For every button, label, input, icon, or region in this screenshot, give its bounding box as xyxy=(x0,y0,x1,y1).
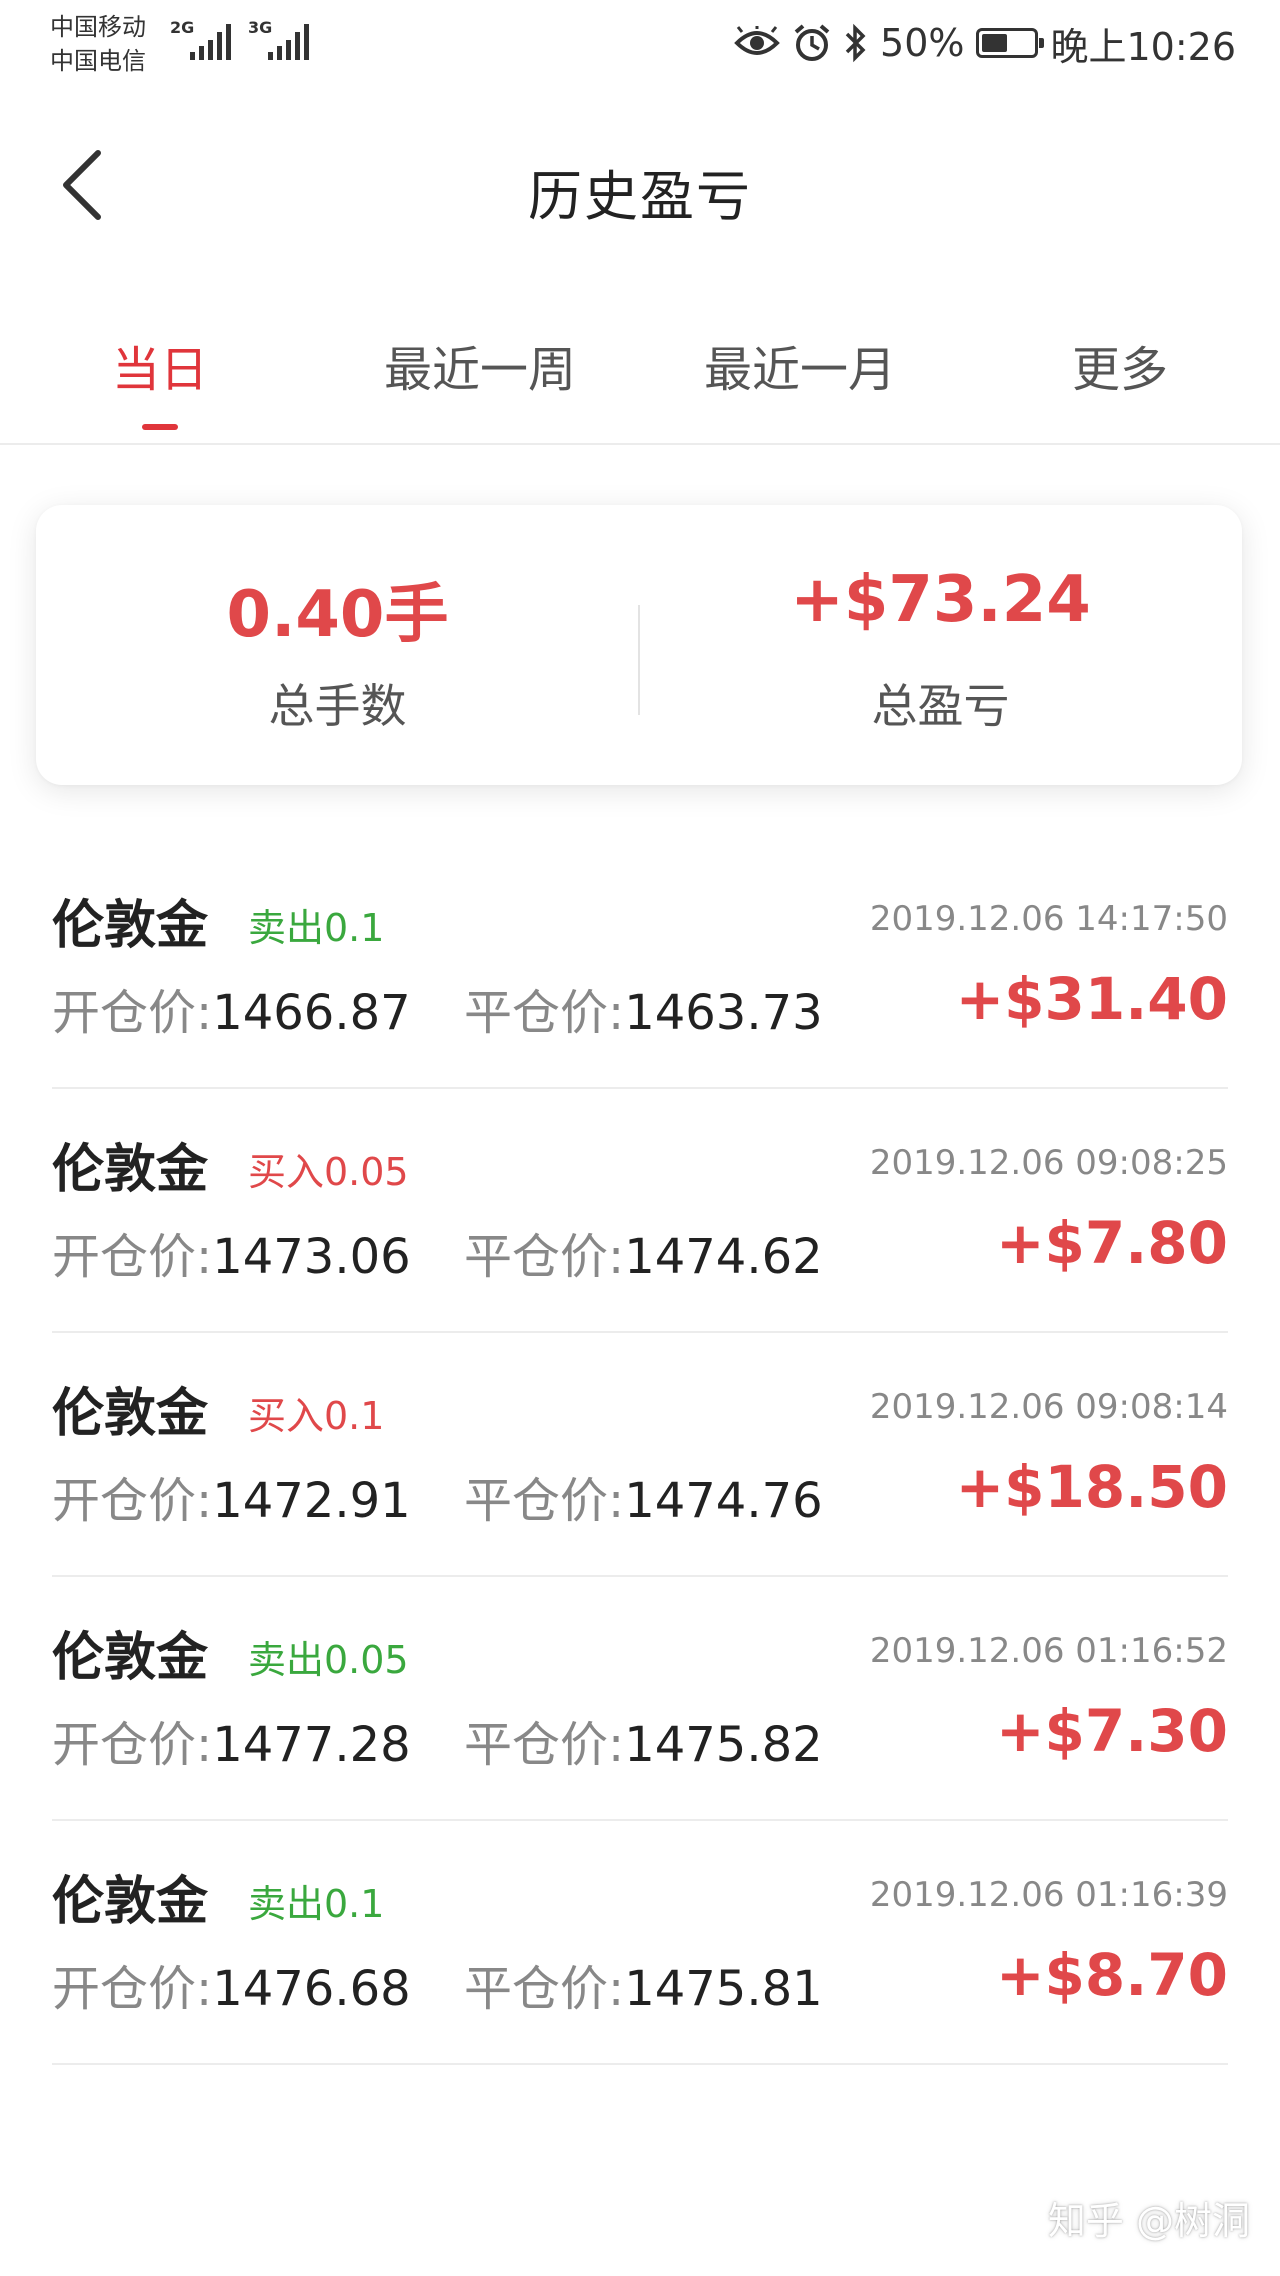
tab-today[interactable]: 当日 xyxy=(80,330,240,430)
trade-pnl: +$31.40 xyxy=(955,965,1228,1033)
history-pnl-screen: 中国移动 中国电信 2G 3G 50% 晚上10:26 历史盈亏 当日 最近一周… xyxy=(0,0,1280,2276)
close-price-value: 1475.82 xyxy=(624,1717,823,1773)
period-tabs: 当日 最近一周 最近一月 更多 xyxy=(0,300,1280,445)
trade-direction: 卖出0.05 xyxy=(248,1638,409,1682)
close-price-value: 1474.62 xyxy=(624,1229,823,1285)
tab-label: 最近一周 xyxy=(383,342,576,398)
open-price-value: 1473.06 xyxy=(212,1229,411,1285)
tab-last-month[interactable]: 最近一月 xyxy=(670,330,930,430)
close-price-value: 1474.76 xyxy=(624,1473,823,1529)
instrument-name: 伦敦金 xyxy=(52,1384,209,1444)
open-price-label: 开仓价: xyxy=(52,1473,213,1529)
open-price: 开仓价:1472.91 xyxy=(52,1461,411,1531)
tab-label: 最近一月 xyxy=(703,342,896,398)
instrument-name: 伦敦金 xyxy=(52,1140,209,1200)
bluetooth-icon xyxy=(844,23,868,63)
instrument-name: 伦敦金 xyxy=(52,1872,209,1932)
open-price-label: 开仓价: xyxy=(52,1961,213,2017)
trade-row[interactable]: 伦敦金 卖出0.1 2019.12.06 01:16:39 开仓价:1476.6… xyxy=(52,1821,1228,2065)
trade-direction: 卖出0.1 xyxy=(248,906,385,950)
battery-icon xyxy=(976,28,1045,58)
total-pnl-section: +$73.24 总盈亏 xyxy=(639,505,1242,785)
total-lots-section: 0.40手 总手数 xyxy=(36,505,639,785)
instrument-name: 伦敦金 xyxy=(52,896,209,956)
tab-more[interactable]: 更多 xyxy=(1040,330,1200,430)
open-price: 开仓价:1476.68 xyxy=(52,1949,411,2019)
trade-direction: 买入0.1 xyxy=(248,1394,385,1438)
close-price: 平仓价:1474.62 xyxy=(464,1217,823,1287)
close-price-label: 平仓价: xyxy=(464,1473,625,1529)
watermark: 知乎 @树洞 xyxy=(1047,2199,1250,2243)
open-price: 开仓价:1473.06 xyxy=(52,1217,411,1287)
close-price-label: 平仓价: xyxy=(464,985,625,1041)
tab-label: 更多 xyxy=(1071,342,1168,398)
open-price-value: 1466.87 xyxy=(212,985,411,1041)
trade-pnl: +$7.80 xyxy=(995,1209,1228,1277)
trade-time: 2019.12.06 01:16:52 xyxy=(869,1631,1228,1671)
alarm-icon xyxy=(792,23,832,63)
navigation-bar: 历史盈亏 xyxy=(0,100,1280,270)
close-price-label: 平仓价: xyxy=(464,1229,625,1285)
open-price-value: 1477.28 xyxy=(212,1717,411,1773)
clock-time: 晚上10:26 xyxy=(1050,24,1236,69)
battery-level-fill xyxy=(982,34,1008,52)
tab-last-week[interactable]: 最近一周 xyxy=(350,330,610,430)
instrument-name: 伦敦金 xyxy=(52,1628,209,1688)
close-price: 平仓价:1475.82 xyxy=(464,1705,823,1775)
page-title: 历史盈亏 xyxy=(528,165,752,228)
signal-strength-1-icon xyxy=(190,22,231,60)
close-price-value: 1475.81 xyxy=(624,1961,823,2017)
trade-row[interactable]: 伦敦金 卖出0.1 2019.12.06 14:17:50 开仓价:1466.8… xyxy=(52,845,1228,1089)
close-price-label: 平仓价: xyxy=(464,1717,625,1773)
trade-time: 2019.12.06 09:08:14 xyxy=(869,1387,1228,1427)
carrier-2: 中国电信 xyxy=(50,47,146,75)
trade-pnl: +$8.70 xyxy=(995,1941,1228,2009)
battery-percentage: 50% xyxy=(880,21,965,65)
summary-card: 0.40手 总手数 +$73.24 总盈亏 xyxy=(36,505,1242,785)
close-price-value: 1463.73 xyxy=(624,985,823,1041)
trade-row[interactable]: 伦敦金 卖出0.05 2019.12.06 01:16:52 开仓价:1477.… xyxy=(52,1577,1228,1821)
open-price-label: 开仓价: xyxy=(52,1717,213,1773)
status-indicators: 50% 晚上10:26 xyxy=(734,16,1236,70)
close-price: 平仓价:1463.73 xyxy=(464,973,823,1043)
total-pnl-label: 总盈亏 xyxy=(871,679,1010,733)
open-price-value: 1472.91 xyxy=(212,1473,411,1529)
trade-time: 2019.12.06 09:08:25 xyxy=(869,1143,1228,1183)
trade-direction: 买入0.05 xyxy=(248,1150,409,1194)
close-price-label: 平仓价: xyxy=(464,1961,625,2017)
close-price: 平仓价:1474.76 xyxy=(464,1461,823,1531)
total-lots-label: 总手数 xyxy=(268,679,407,733)
open-price-label: 开仓价: xyxy=(52,985,213,1041)
open-price-value: 1476.68 xyxy=(212,1961,411,2017)
trade-pnl: +$7.30 xyxy=(995,1697,1228,1765)
open-price-label: 开仓价: xyxy=(52,1229,213,1285)
trade-row[interactable]: 伦敦金 买入0.1 2019.12.06 09:08:14 开仓价:1472.9… xyxy=(52,1333,1228,1577)
open-price: 开仓价:1466.87 xyxy=(52,973,411,1043)
total-lots-value: 0.40手 xyxy=(226,578,449,652)
trade-pnl: +$18.50 xyxy=(955,1453,1228,1521)
total-pnl-value: +$73.24 xyxy=(790,563,1091,637)
status-bar: 中国移动 中国电信 2G 3G 50% 晚上10:26 xyxy=(0,0,1280,86)
tab-label: 当日 xyxy=(111,342,208,398)
trade-time: 2019.12.06 01:16:39 xyxy=(869,1875,1228,1915)
trade-row[interactable]: 伦敦金 买入0.05 2019.12.06 09:08:25 开仓价:1473.… xyxy=(52,1089,1228,1333)
trade-direction: 卖出0.1 xyxy=(248,1882,385,1926)
carrier-1: 中国移动 xyxy=(50,13,146,41)
open-price: 开仓价:1477.28 xyxy=(52,1705,411,1775)
eye-icon xyxy=(734,26,780,60)
signal-strength-2-icon xyxy=(268,22,309,60)
close-price: 平仓价:1475.81 xyxy=(464,1949,823,2019)
trade-time: 2019.12.06 14:17:50 xyxy=(869,899,1228,939)
active-tab-indicator xyxy=(142,424,178,430)
carrier-info: 中国移动 中国电信 xyxy=(50,10,146,78)
trade-history-list: 伦敦金 卖出0.1 2019.12.06 14:17:50 开仓价:1466.8… xyxy=(52,845,1228,2065)
